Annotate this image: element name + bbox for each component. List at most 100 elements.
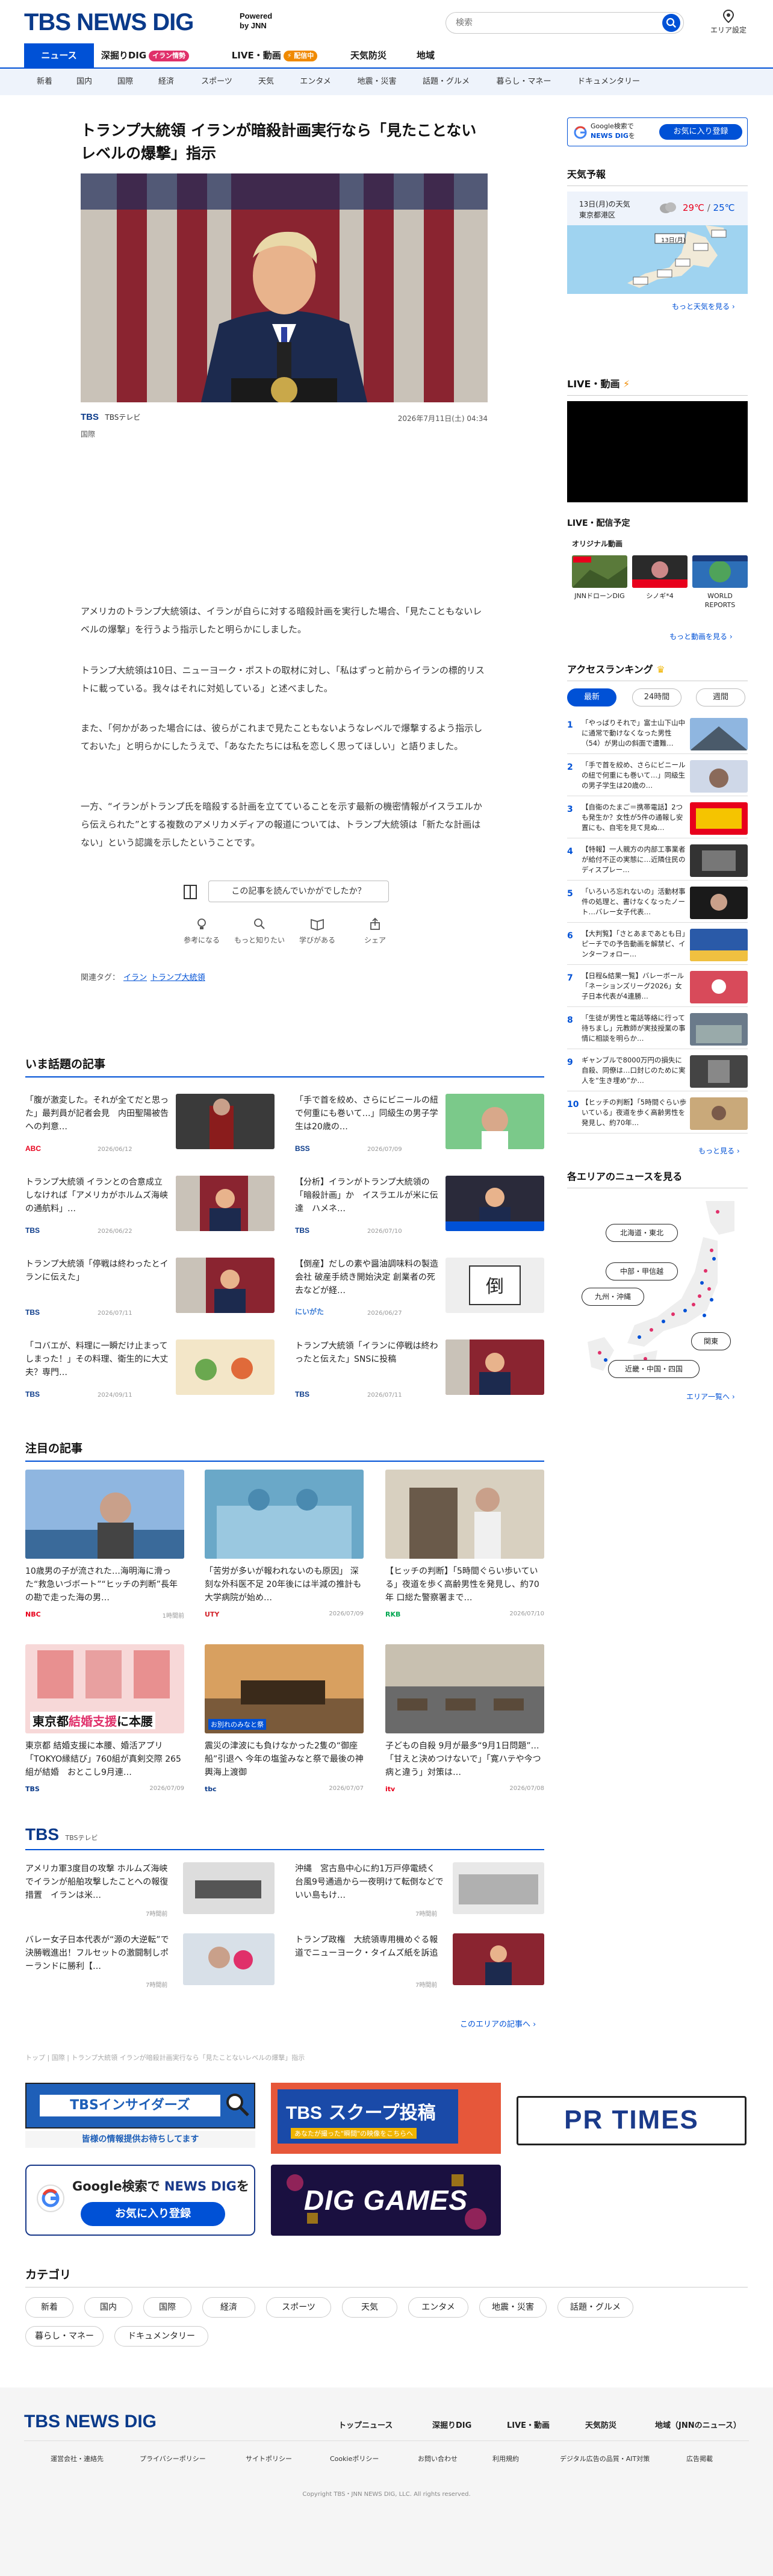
ranking-item[interactable]: 4 【特報】一人親方の内部工事業者が給付不正の実態に…近隣住民のディスプレー… <box>567 841 748 881</box>
category-gourmet[interactable]: 話題・グルメ <box>557 2297 633 2318</box>
category-sports[interactable]: スポーツ <box>266 2297 331 2318</box>
featured-card[interactable]: お別れのみなと祭 震災の津波にも負けなかった2隻の“御座船”引退へ 今年の塩釜みな… <box>205 1644 364 1793</box>
nav-weather[interactable]: 天気防災 <box>338 43 399 67</box>
banner-google-search[interactable]: Google検索で NEWS DIGを お気に入り登録 <box>25 2165 255 2236</box>
category-weather[interactable]: 天気 <box>342 2297 397 2318</box>
ranking-item[interactable]: 3 【自衛のたまご＝携帯電話】2つも発生か？女性が5件の通報し安置にも、自宅を見て… <box>567 799 748 838</box>
footer-nav-top[interactable]: トップニュース <box>338 2419 393 2430</box>
live-thumb-drone[interactable] <box>572 555 627 588</box>
weather-more-link[interactable]: もっと天気を見る › <box>672 301 735 311</box>
nav-dig[interactable]: 深掘りDIG イラン情勢 <box>100 43 190 67</box>
trending-item[interactable]: トランプ大統領「停戦は終わったとイランに伝えた」 TBS 2026/07/11 <box>25 1258 275 1320</box>
banner-dig-games[interactable]: DIG GAMES <box>271 2165 501 2236</box>
featured-card[interactable]: 「苦労が多いが報われないのも原因」 深刻な外科医不足 20年後には半減の推計も … <box>205 1470 364 1618</box>
feedback-button[interactable]: この記事を読んでいかがでしたか？ <box>208 881 389 902</box>
tbs-news-item[interactable]: トランプ政権 大統領専用機めぐる報道でニューヨーク・タイムズ紙を訴追 7時間前 <box>295 1933 544 1994</box>
category-money[interactable]: 暮らし・マネー <box>25 2326 104 2347</box>
gsearch-side-button[interactable]: お気に入り登録 <box>659 124 742 140</box>
category-documentary[interactable]: ドキュメンタリー <box>114 2326 208 2347</box>
tbs-news-item[interactable]: 沖縄 宮古島中心に約1万戸停電続く 台風9号通過から一夜明けて転倒などでいい島も… <box>295 1862 544 1923</box>
featured-card[interactable]: 10歳男の子が流された…海明海に滑った“救急いづボート”“ヒッチの判断”長年の勘… <box>25 1470 184 1620</box>
ranking-item[interactable]: 9 ギャンブルで8000万円の損失に自殺、同僚は…口封じのために実人を“生き埋め”… <box>567 1052 748 1091</box>
reaction-share[interactable]: シェア <box>348 917 402 945</box>
google-search-favorite-card[interactable]: Google検索で NEWS DIGを お気に入り登録 <box>567 117 748 146</box>
trending-item[interactable]: トランプ大統領「イランに停戦は終わったと伝えた」SNSに投稿 TBS 2026/07… <box>295 1339 544 1402</box>
category-domestic[interactable]: 国内 <box>84 2297 132 2318</box>
footer-link-ad-quality[interactable]: デジタル広告の品質・AIT対策 <box>560 2454 650 2463</box>
category-entertainment[interactable]: エンタメ <box>408 2297 468 2318</box>
subnav-intl[interactable]: 国際 <box>108 69 142 95</box>
area-hokkaido-tohoku[interactable]: 北海道・東北 <box>606 1224 678 1242</box>
tag-iran[interactable]: イラン <box>123 973 147 982</box>
breadcrumb[interactable]: トップ | 国際 | トランプ大統領 イランが暗殺計画実行なら「見たことないレベ… <box>25 2053 567 2062</box>
category-intl[interactable]: 国際 <box>143 2297 191 2318</box>
footer-link-contact[interactable]: お問い合わせ <box>418 2454 458 2463</box>
subnav-new[interactable]: 新着 <box>28 69 61 95</box>
footer-link-terms[interactable]: 利用規約 <box>492 2454 519 2463</box>
ranking-item[interactable]: 6 【大判覧】「さとあまであとも日」ピーチでの予告動画を解禁ビ、インターフォロー… <box>567 925 748 965</box>
subnav-economy[interactable]: 経済 <box>149 69 183 95</box>
subnav-gourmet[interactable]: 話題・グルメ <box>414 69 478 95</box>
ranking-item[interactable]: 7 【日程&結果一覧】バレーボール「ネーションズリーグ2026」女子日本代表が4連… <box>567 967 748 1007</box>
nav-news[interactable]: ニュース <box>24 43 94 67</box>
ranking-tab-latest[interactable]: 最新 <box>567 688 616 706</box>
ranking-item[interactable]: 2 「手で首を絞め、さらにビニールの紐で何重にも巻いて…」同級生の男子学生は20歳… <box>567 756 748 796</box>
trending-item[interactable]: 「腹が激変した。それが全てだと思った」最判員が記者会見 内田聖陽被告への判意… A… <box>25 1094 275 1156</box>
area-chubu[interactable]: 中部・甲信越 <box>606 1262 678 1280</box>
footer-link-privacy[interactable]: プライバシーポリシー <box>140 2454 206 2463</box>
reaction-learn-more[interactable]: もっと知りたい <box>232 917 287 945</box>
footer-link-company[interactable]: 運営会社・連絡先 <box>51 2454 104 2463</box>
footer-nav-live[interactable]: LIVE・動画 <box>507 2419 550 2430</box>
banner-tbs-insiders[interactable]: TBSインサイダーズ 皆様の情報提供お待ちしてます <box>25 2083 255 2154</box>
area-kinki-chugoku-shikoku[interactable]: 近畿・中国・四国 <box>608 1360 700 1378</box>
featured-card[interactable]: 東京都結婚支援に本腰 東京都 結婚支援に本腰、婚活アプリ「TOKYO縁結び」760… <box>25 1644 184 1793</box>
live-thumb-shinogi[interactable] <box>632 555 688 588</box>
featured-card[interactable]: 子どもの自殺 9月が最多“9月1日問題”…「甘えと決めつけないで」「寛ハテや今つ… <box>385 1644 544 1793</box>
ranking-tab-24h[interactable]: 24時間 <box>632 688 681 706</box>
trending-item[interactable]: トランプ大統領 イランとの合意成立しなければ「アメリカがホルムズ海峡の通航料」…… <box>25 1176 275 1238</box>
category-new[interactable]: 新着 <box>25 2297 73 2318</box>
tag-trump[interactable]: トランプ大統領 <box>151 973 205 982</box>
subnav-documentary[interactable]: ドキュメンタリー <box>570 69 648 95</box>
featured-card[interactable]: 【ヒッチの判断】「5時間ぐらい歩いている」夜道を歩く高齢男性を発見し、約70年 … <box>385 1470 544 1618</box>
banner-prtimes[interactable]: PR TIMES <box>517 2096 747 2145</box>
reaction-useful[interactable]: 参考になる <box>175 917 229 945</box>
footer-link-cookie[interactable]: Cookieポリシー <box>330 2454 379 2463</box>
footer-logo[interactable]: TBS NEWS DIG <box>24 2412 157 2432</box>
tbs-area-more-link[interactable]: このエリアの記事へ › <box>460 2018 536 2029</box>
search-button[interactable] <box>662 14 680 32</box>
footer-link-site-policy[interactable]: サイトポリシー <box>246 2454 292 2463</box>
footer-nav-weather[interactable]: 天気防災 <box>585 2419 616 2430</box>
subnav-weather[interactable]: 天気 <box>249 69 283 95</box>
area-kanto[interactable]: 関東 <box>691 1332 731 1350</box>
area-list-link[interactable]: エリア一覧へ › <box>686 1391 735 1402</box>
area-settings-button[interactable]: エリア設定 <box>707 10 750 36</box>
ranking-item[interactable]: 8 「生徒が男性と電話等絡に行って待ちまし」元教師が実技授業の事情に相談を明らか… <box>567 1009 748 1049</box>
trending-item[interactable]: 【倒産】だしの素や醤油調味料の製造会社 破産手続き開始決定 創業者の死去などが経… <box>295 1258 544 1320</box>
area-kyushu-okinawa[interactable]: 九州・沖縄 <box>582 1288 644 1306</box>
nav-region[interactable]: 地域 <box>405 43 447 67</box>
video-more-link[interactable]: もっと動画を見る › <box>669 631 733 641</box>
subnav-entertainment[interactable]: エンタメ <box>291 69 340 95</box>
ranking-tab-weekly[interactable]: 週間 <box>696 688 745 706</box>
ranking-more-link[interactable]: もっと見る › <box>698 1146 740 1156</box>
weather-widget[interactable]: 13日(月)の天気 東京都港区 29℃ / 25℃ 13日(月) <box>567 192 748 294</box>
live-video-player[interactable] <box>567 401 748 502</box>
site-logo[interactable]: TBS NEWS DIG <box>24 9 194 36</box>
live-thumb-world[interactable] <box>692 555 748 588</box>
ranking-item[interactable]: 1 「やっばりそれで」富士山下山中に通常で動けなくなった男性（54）が男山の斜面で… <box>567 714 748 754</box>
category-disaster[interactable]: 地震・災害 <box>479 2297 547 2318</box>
tbs-news-item[interactable]: バレー女子日本代表が“源の大逆転”で決勝戦進出！フルセットの激闘制しポーランドに… <box>25 1933 275 1994</box>
subnav-domestic[interactable]: 国内 <box>67 69 101 95</box>
category-economy[interactable]: 経済 <box>202 2297 255 2318</box>
footer-link-ads[interactable]: 広告掲載 <box>686 2454 713 2463</box>
ranking-item[interactable]: 10 【ヒッチの判断】「5時間ぐらい歩いている」夜道を歩く高齢男性を発見し、約70… <box>567 1094 748 1134</box>
search-input[interactable] <box>445 12 684 34</box>
subnav-money[interactable]: 暮らし・マネー <box>488 69 560 95</box>
nav-live[interactable]: LIVE・動画 ⚡ 配信中 <box>224 43 325 67</box>
footer-nav-dig[interactable]: 深掘りDIG <box>432 2419 471 2430</box>
footer-nav-region[interactable]: 地域（JNNのニュース） <box>655 2419 741 2430</box>
banner-tbs-scoop[interactable]: TBS スクープ投稿 あなたが撮った"瞬間"の映像をこちらへ <box>271 2083 501 2154</box>
reaction-educational[interactable]: 学びがある <box>290 917 344 945</box>
subnav-sports[interactable]: スポーツ <box>193 69 241 95</box>
